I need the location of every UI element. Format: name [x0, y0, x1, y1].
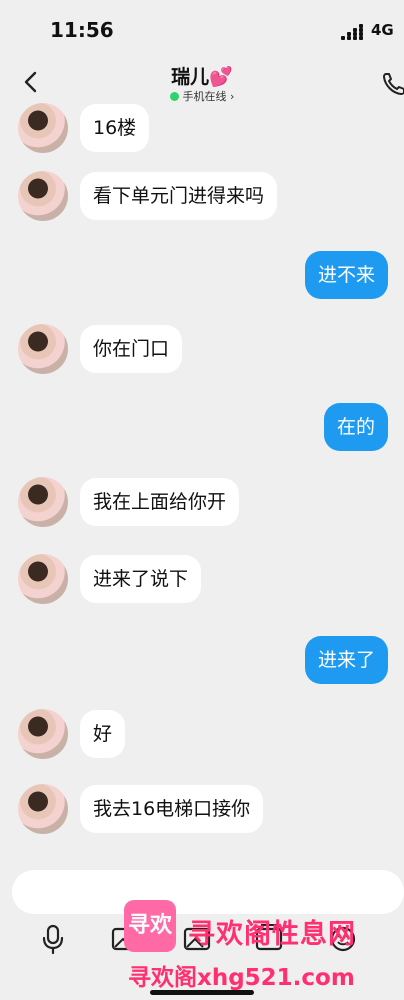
watermark-badge: 寻欢 — [124, 900, 176, 952]
received-message-bubble[interactable]: 我在上面给你开 — [80, 478, 240, 526]
sent-message-bubble[interactable]: 在的 — [323, 403, 388, 451]
avatar[interactable] — [18, 554, 68, 604]
received-message-bubble[interactable]: 看下单元门进得来吗 — [80, 172, 278, 220]
status-bar: 11:56 4G — [0, 0, 404, 58]
signal-icon — [341, 24, 365, 40]
avatar[interactable] — [18, 103, 68, 153]
contact-name-text: 瑞儿 — [171, 66, 210, 88]
presence-status[interactable]: 手机在线 › — [0, 88, 404, 104]
sent-message-bubble[interactable]: 进不来 — [304, 251, 388, 299]
heart-emoji: 💕 — [209, 66, 233, 88]
avatar[interactable] — [18, 477, 68, 527]
avatar[interactable] — [18, 784, 68, 834]
chevron-right-icon: › — [230, 90, 235, 103]
received-message-bubble[interactable]: 16楼 — [80, 104, 150, 152]
received-message-bubble[interactable]: 好 — [80, 710, 126, 758]
contact-name[interactable]: 瑞儿💕 — [0, 62, 404, 89]
watermark-site-name: 寻欢阁性息网 — [188, 919, 356, 950]
avatar[interactable] — [18, 324, 68, 374]
sent-message-bubble[interactable]: 进来了 — [304, 636, 388, 684]
received-message-bubble[interactable]: 进来了说下 — [80, 555, 202, 603]
phone-icon[interactable] — [380, 70, 404, 98]
avatar[interactable] — [18, 709, 68, 759]
network-label: 4G — [371, 21, 394, 39]
presence-text: 手机在线 — [182, 90, 227, 103]
chat-header: 瑞儿💕 手机在线 › — [0, 58, 404, 106]
status-time: 11:56 — [50, 18, 114, 42]
microphone-icon[interactable] — [38, 922, 68, 956]
received-message-bubble[interactable]: 你在门口 — [80, 325, 183, 373]
avatar[interactable] — [18, 171, 68, 221]
message-input[interactable] — [12, 870, 404, 914]
received-message-bubble[interactable]: 我去16电梯口接你 — [80, 785, 264, 833]
home-indicator[interactable] — [150, 990, 254, 995]
watermark-url: 寻欢阁xhg521.com — [128, 965, 355, 991]
online-dot-icon — [169, 92, 179, 101]
